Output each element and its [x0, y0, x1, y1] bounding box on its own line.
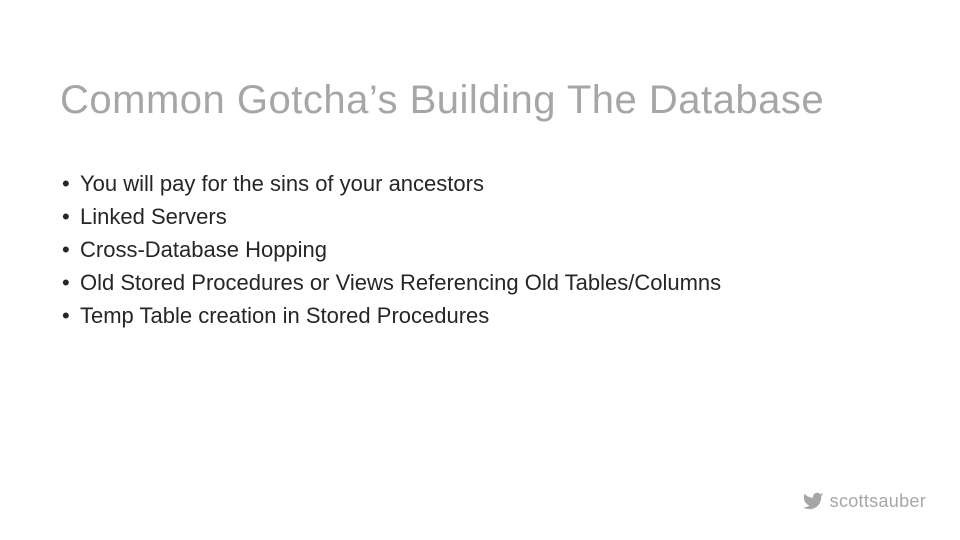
slide-title: Common Gotcha’s Building The Database — [60, 78, 900, 123]
slide: Common Gotcha’s Building The Database Yo… — [0, 0, 960, 540]
list-item: Old Stored Procedures or Views Referenci… — [60, 266, 900, 299]
twitter-handle: scottsauber — [830, 491, 926, 512]
list-item: You will pay for the sins of your ancest… — [60, 167, 900, 200]
list-item: Temp Table creation in Stored Procedures — [60, 299, 900, 332]
list-item: Cross-Database Hopping — [60, 233, 900, 266]
footer: scottsauber — [802, 490, 926, 512]
twitter-icon — [802, 490, 824, 512]
bullet-list: You will pay for the sins of your ancest… — [60, 167, 900, 332]
list-item: Linked Servers — [60, 200, 900, 233]
